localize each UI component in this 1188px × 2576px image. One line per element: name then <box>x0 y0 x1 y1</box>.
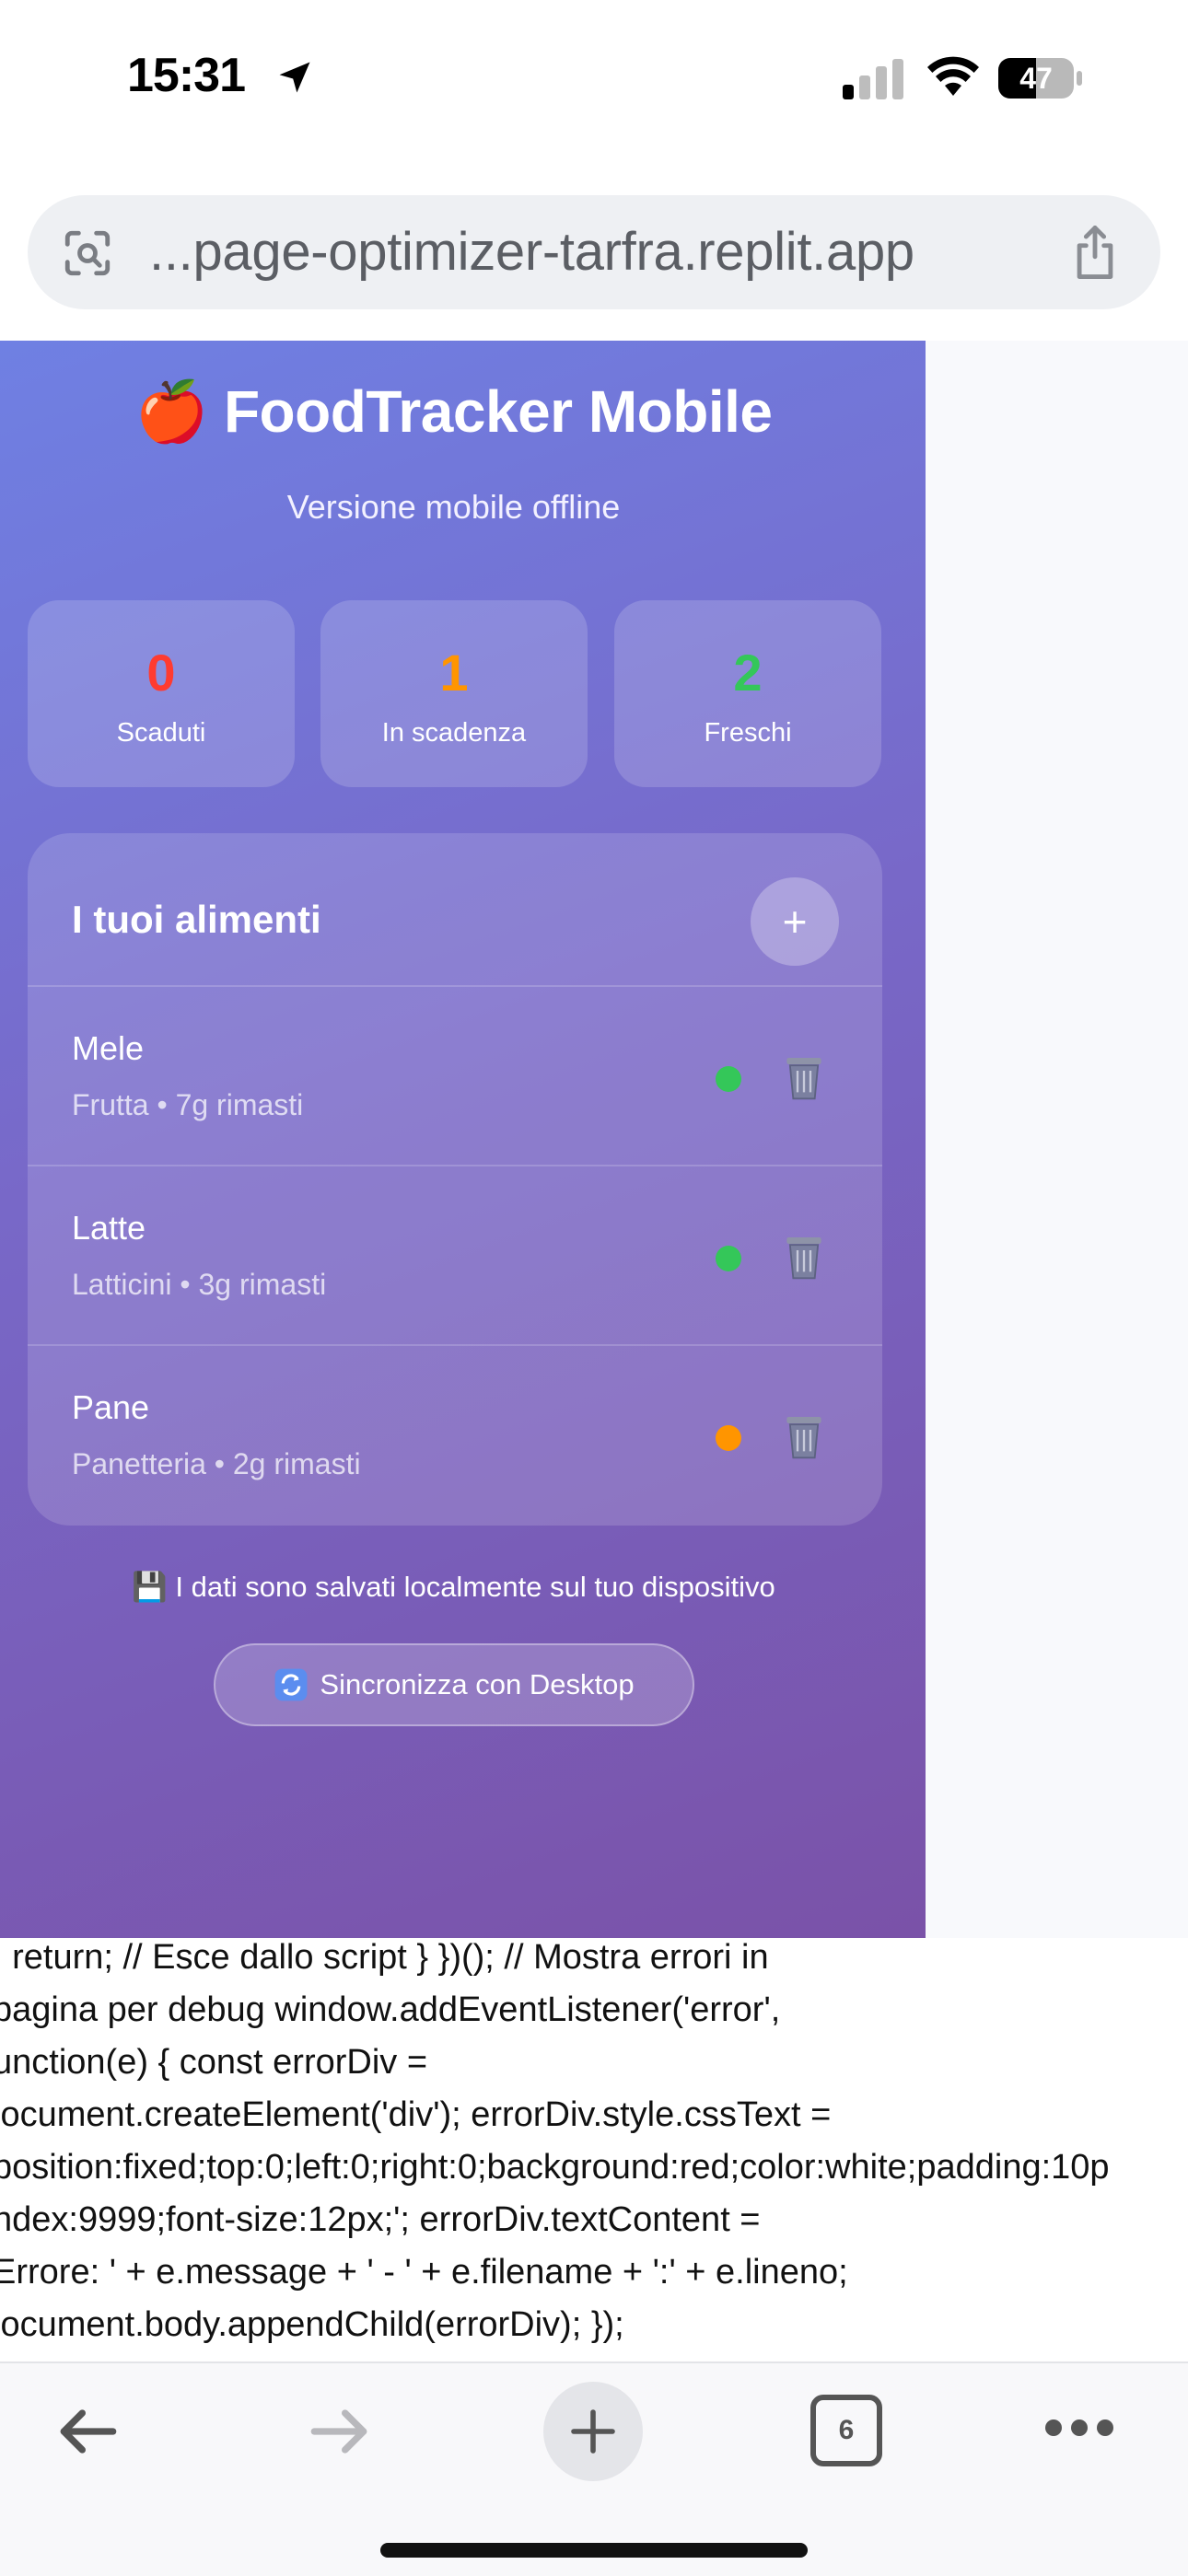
code-line: unction(e) { const errorDiv = <box>0 2043 428 2082</box>
stat-label: Freschi <box>704 718 792 748</box>
stat-label: In scadenza <box>381 718 527 748</box>
sync-desktop-button[interactable]: Sincronizza con Desktop <box>214 1643 694 1726</box>
code-line: position:fixed;top:0;left:0;right:0;back… <box>0 2148 1110 2187</box>
status-bar: 15:31 47 <box>0 0 1188 161</box>
battery-level: 47 <box>1019 61 1053 95</box>
stat-value: 1 <box>439 644 469 702</box>
url-text[interactable]: ...page-optimizer-tarfra.replit.app <box>149 195 914 309</box>
page-scan-icon[interactable] <box>61 226 114 280</box>
food-list-panel: I tuoi alimenti + Mele Frutta • 7g rimas… <box>28 833 882 1526</box>
food-name: Mele <box>72 1029 145 1067</box>
tabs-button[interactable]: 6 <box>810 2395 882 2466</box>
food-item[interactable]: Pane Panetteria • 2g rimasti <box>28 1344 882 1526</box>
add-food-button[interactable]: + <box>751 877 839 966</box>
stat-card-expiring: 1 In scadenza <box>320 600 588 787</box>
debug-code-text: ; return; // Esce dallo script } })(); /… <box>0 1938 1188 2361</box>
stat-value: 2 <box>733 644 763 702</box>
stat-value: 0 <box>146 644 176 702</box>
browser-toolbar: 6 <box>0 2361 1188 2576</box>
stat-card-expired: 0 Scaduti <box>28 600 295 787</box>
trash-icon[interactable] <box>778 1231 830 1282</box>
status-dot <box>716 1425 741 1451</box>
more-dots-icon[interactable] <box>1042 2409 1116 2446</box>
back-arrow-icon[interactable] <box>52 2395 125 2468</box>
page-title: 🍎 FoodTracker Mobile <box>134 378 773 445</box>
forward-arrow-icon[interactable] <box>302 2395 376 2468</box>
code-line: locument.createElement('div'); errorDiv.… <box>0 2095 832 2134</box>
address-bar[interactable]: ...page-optimizer-tarfra.replit.app <box>28 195 1160 309</box>
food-meta: Panetteria • 2g rimasti <box>72 1447 361 1480</box>
page-background <box>926 341 1188 1938</box>
battery-icon: 47 <box>997 57 1084 99</box>
food-name: Latte <box>72 1209 146 1247</box>
share-icon[interactable] <box>1068 223 1122 282</box>
stat-card-fresh: 2 Freschi <box>614 600 881 787</box>
sync-icon <box>274 1668 308 1701</box>
new-tab-button[interactable] <box>543 2382 643 2481</box>
code-line: ndex:9999;font-size:12px;'; errorDiv.tex… <box>0 2200 761 2239</box>
status-dot <box>716 1066 741 1092</box>
sync-label: Sincronizza con Desktop <box>320 1668 635 1700</box>
wifi-icon <box>927 56 979 96</box>
location-arrow-icon <box>279 62 310 93</box>
panel-title: I tuoi alimenti <box>72 898 321 941</box>
code-line: locument.body.appendChild(errorDiv); }); <box>0 2305 624 2344</box>
food-name: Pane <box>72 1388 150 1426</box>
local-storage-note: 💾 I dati sono salvati localmente sul tuo… <box>132 1571 775 1603</box>
home-indicator <box>380 2543 808 2558</box>
food-item[interactable]: Mele Frutta • 7g rimasti <box>28 985 882 1166</box>
food-tracker-app: 🍎 FoodTracker Mobile Versione mobile off… <box>0 341 926 1938</box>
cellular-signal-icon <box>843 59 903 99</box>
trash-icon[interactable] <box>778 1410 830 1462</box>
stat-label: Scaduti <box>116 718 206 748</box>
status-dot <box>716 1246 741 1271</box>
page-subtitle: Versione mobile offline <box>286 488 621 526</box>
food-meta: Frutta • 7g rimasti <box>72 1088 304 1121</box>
plus-icon <box>571 2409 615 2454</box>
code-line: Errore: ' + e.message + ' - ' + e.filena… <box>0 2253 848 2292</box>
trash-icon[interactable] <box>778 1051 830 1103</box>
food-item[interactable]: Latte Latticini • 3g rimasti <box>28 1165 882 1346</box>
status-time: 15:31 <box>127 49 246 102</box>
code-line: pagina per debug window.addEventListener… <box>0 1990 781 2029</box>
code-line: ; return; // Esce dallo script } })(); /… <box>0 1938 769 1977</box>
food-meta: Latticini • 3g rimasti <box>72 1268 327 1301</box>
